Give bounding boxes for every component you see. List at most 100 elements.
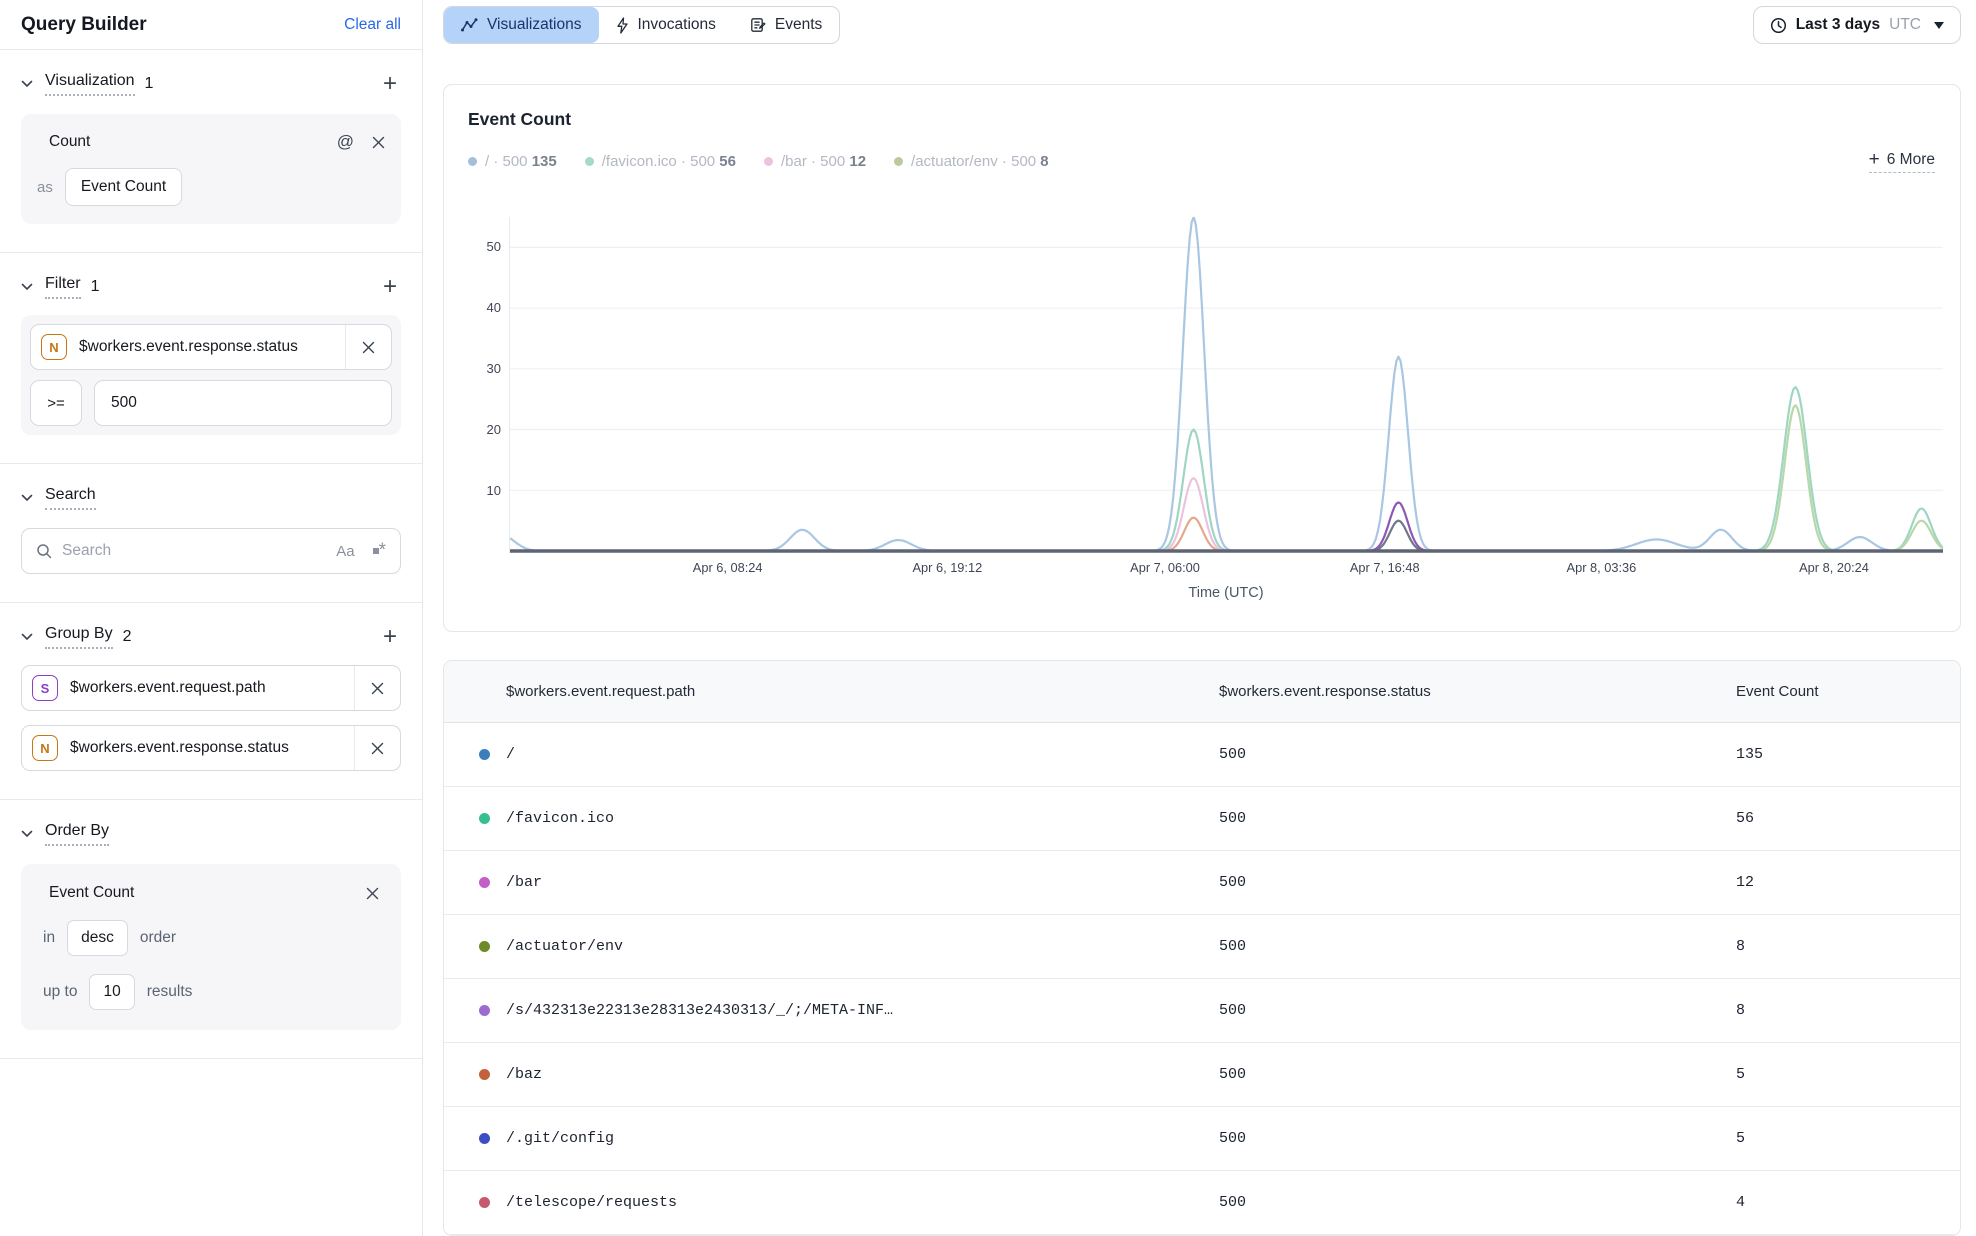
tab-visualizations[interactable]: Visualizations [444,7,599,43]
table-row[interactable]: /s/432313e22313e28313e2430313/_/;/META-I… [444,979,1960,1043]
up-to-label: up to [43,983,77,1001]
table-row[interactable]: /favicon.ico50056 [444,787,1960,851]
close-icon[interactable] [372,136,385,149]
order-by-card: Event Count in desc order up to 10 resul… [21,864,401,1030]
filter-section: Filter 1 + N $workers.event.response.sta… [0,253,422,464]
match-case-icon[interactable]: Aa [336,543,354,560]
chevron-down-icon[interactable] [21,633,33,641]
series-color-dot [479,1133,490,1144]
legend-label: /favicon.ico · 500 56 [602,153,736,170]
metric-name[interactable]: Count [49,133,90,151]
number-type-icon: N [41,334,67,360]
app-root: Query Builder Clear all Visualization 1 … [0,0,1976,1236]
chevron-down-icon[interactable] [21,80,33,88]
event-count-cell: 5 [1736,1066,1960,1083]
results-label: results [147,983,193,1001]
clear-all-link[interactable]: Clear all [344,16,401,34]
limit-input[interactable]: 10 [89,974,134,1010]
line-chart-icon [461,18,478,32]
table-header: $workers.event.request.path $workers.eve… [444,661,1960,723]
filter-label[interactable]: Filter [45,275,81,299]
more-series-button[interactable]: + 6 More [1869,150,1935,173]
event-count-cell: 4 [1736,1194,1960,1211]
response-status-cell: 500 [1219,1130,1736,1147]
sort-direction-button[interactable]: desc [67,920,128,956]
plus-icon: + [1869,150,1880,169]
response-status-cell: 500 [1219,1194,1736,1211]
remove-filter-icon[interactable] [345,325,391,369]
column-header-count[interactable]: Event Count [1736,683,1960,700]
add-group-by-button[interactable]: + [379,625,401,649]
event-count-cell: 56 [1736,810,1960,827]
legend-label: / · 500 135 [485,153,557,170]
close-icon[interactable] [366,887,379,900]
time-range-selector[interactable]: Last 3 days UTC [1753,6,1961,44]
legend-item[interactable]: /favicon.ico · 500 56 [585,153,736,170]
tab-invocations[interactable]: Invocations [599,7,733,43]
series-color-dot [585,157,594,166]
x-tick-label: Apr 7, 06:00 [1130,560,1200,575]
table-row[interactable]: /baz5005 [444,1043,1960,1107]
alias-button[interactable]: Event Count [65,168,182,206]
timezone-label: UTC [1889,16,1921,34]
tab-events[interactable]: Events [733,7,839,43]
query-builder-sidebar: Query Builder Clear all Visualization 1 … [0,0,423,1236]
filter-card: N $workers.event.response.status >= 500 [21,315,401,435]
group-by-field-name: $workers.event.response.status [70,739,354,757]
x-tick-label: Apr 6, 19:12 [912,560,982,575]
filter-operator[interactable]: >= [30,380,82,426]
visualization-count: 1 [145,75,154,93]
y-tick-label: 40 [465,300,501,315]
add-filter-button[interactable]: + [379,275,401,299]
time-range-label: Last 3 days [1796,16,1880,34]
table-row[interactable]: /telescope/requests5004 [444,1171,1960,1235]
at-icon[interactable]: @ [337,132,354,152]
chevron-down-icon[interactable] [21,283,33,291]
y-tick-label: 10 [465,483,501,498]
x-tick-label: Apr 8, 03:36 [1567,560,1637,575]
remove-group-by-icon[interactable] [354,666,400,710]
group-by-label[interactable]: Group By [45,625,113,649]
column-header-status[interactable]: $workers.event.response.status [1219,683,1736,700]
legend-item[interactable]: /actuator/env · 500 8 [894,153,1049,170]
order-by-label[interactable]: Order By [45,822,109,846]
remove-group-by-icon[interactable] [354,726,400,770]
visualization-card: Count @ as Event Count [21,114,401,224]
x-axis-labels: Apr 6, 08:24Apr 6, 19:12Apr 7, 06:00Apr … [509,553,1943,577]
regex-icon[interactable]: * [373,546,386,556]
table-row[interactable]: /500135 [444,723,1960,787]
filter-value-input[interactable]: 500 [94,380,392,426]
event-count-plot[interactable]: 1020304050 [509,217,1943,553]
response-status-cell: 500 [1219,874,1736,891]
request-path-cell: /baz [506,1066,542,1083]
string-type-icon: S [32,675,58,701]
number-type-icon: N [32,735,58,761]
table-row[interactable]: /bar50012 [444,851,1960,915]
legend-item[interactable]: / · 500 135 [468,153,557,170]
search-input[interactable] [62,542,326,560]
search-label[interactable]: Search [45,486,96,510]
group-by-field-chip[interactable]: N $workers.event.response.status [21,725,401,771]
table-row[interactable]: /.git/config5005 [444,1107,1960,1171]
legend-label: /actuator/env · 500 8 [911,153,1049,170]
legend-item[interactable]: /bar · 500 12 [764,153,866,170]
visualization-label[interactable]: Visualization [45,72,135,96]
event-count-cell: 5 [1736,1130,1960,1147]
chevron-down-icon[interactable] [21,830,33,838]
table-row[interactable]: /actuator/env5008 [444,915,1960,979]
filter-field-chip[interactable]: N $workers.event.response.status [30,324,392,370]
chevron-down-icon[interactable] [21,494,33,502]
visualization-section: Visualization 1 + Count @ as Event Count [0,50,422,253]
add-visualization-button[interactable]: + [379,72,401,96]
legend-label: /bar · 500 12 [781,153,866,170]
group-by-field-chip[interactable]: S $workers.event.request.path [21,665,401,711]
group-by-field-name: $workers.event.request.path [70,679,354,697]
series-color-dot [479,749,490,760]
series-color-dot [479,1069,490,1080]
chart-card: Event Count / · 500 135/favicon.ico · 50… [443,84,1961,632]
view-tabs: Visualizations Invocations Events [443,6,840,44]
column-header-path[interactable]: $workers.event.request.path [444,683,1219,700]
request-path-cell: /favicon.ico [506,810,614,827]
lightning-bolt-icon [616,17,629,34]
event-count-cell: 8 [1736,938,1960,955]
